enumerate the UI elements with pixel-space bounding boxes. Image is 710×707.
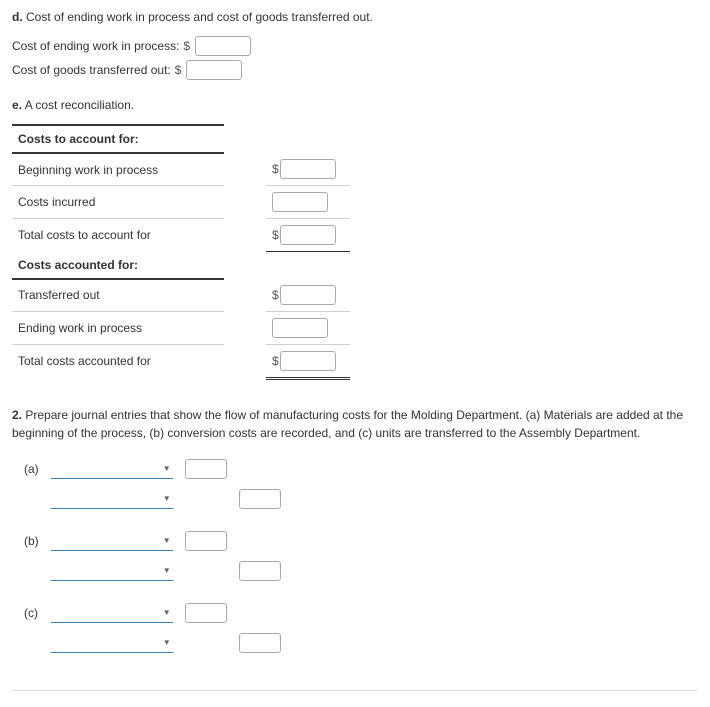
entry-c-credit-row: ▼ xyxy=(18,630,287,656)
cogs-transferred-row: Cost of goods transferred out: $ xyxy=(12,60,698,80)
section-e-title: A cost reconciliation. xyxy=(25,98,134,112)
beginning-wip-row: Beginning work in process $ xyxy=(12,153,350,186)
transferred-out-label: Transferred out xyxy=(12,279,224,312)
entry-b-debit-row: (b) ▼ xyxy=(18,528,287,554)
section-e-label: e. xyxy=(12,98,22,112)
transferred-out-row: Transferred out $ xyxy=(12,279,350,312)
journal-entries-table: (a) ▼ ▼ (b) ▼ ▼ xyxy=(18,452,287,660)
ending-wip-input[interactable] xyxy=(195,36,251,56)
entry-a-credit-row: ▼ xyxy=(18,486,287,512)
entry-a-label: (a) xyxy=(18,456,45,482)
currency-symbol: $ xyxy=(272,288,279,302)
entry-b-credit-account-select[interactable]: ▼ xyxy=(51,561,173,581)
chevron-down-icon: ▼ xyxy=(163,464,171,473)
ending-wip-row: Cost of ending work in process: $ xyxy=(12,36,698,56)
total-accounted-label: Total costs accounted for xyxy=(12,344,224,378)
entry-b-debit-account-select[interactable]: ▼ xyxy=(51,531,173,551)
total-to-account-row: Total costs to account for $ xyxy=(12,219,350,252)
ending-wip-acct-row: Ending work in process xyxy=(12,311,350,344)
beginning-wip-input[interactable] xyxy=(280,159,336,179)
costs-incurred-row: Costs incurred xyxy=(12,186,350,219)
ending-wip-label: Cost of ending work in process: xyxy=(12,39,179,53)
entry-c-credit-account-select[interactable]: ▼ xyxy=(51,633,173,653)
currency-symbol: $ xyxy=(272,354,279,368)
chevron-down-icon: ▼ xyxy=(163,566,171,575)
section-d-title: Cost of ending work in process and cost … xyxy=(26,10,373,24)
section-d-label: d. xyxy=(12,10,23,24)
ending-wip-acct-input[interactable] xyxy=(272,318,328,338)
costs-to-account-header: Costs to account for: xyxy=(12,125,224,153)
cogs-transferred-label: Cost of goods transferred out: xyxy=(12,63,171,77)
total-to-account-label: Total costs to account for xyxy=(12,219,224,252)
chevron-down-icon: ▼ xyxy=(163,536,171,545)
entry-b-debit-amount-input[interactable] xyxy=(185,531,227,551)
question-2-label: 2. xyxy=(12,408,22,422)
costs-incurred-label: Costs incurred xyxy=(12,186,224,219)
entry-c-debit-row: (c) ▼ xyxy=(18,600,287,626)
costs-accounted-header-row: Costs accounted for: xyxy=(12,252,350,279)
total-accounted-row: Total costs accounted for $ xyxy=(12,344,350,378)
entry-b-credit-row: ▼ xyxy=(18,558,287,584)
chevron-down-icon: ▼ xyxy=(163,608,171,617)
beginning-wip-label: Beginning work in process xyxy=(12,153,224,186)
entry-a-debit-row: (a) ▼ xyxy=(18,456,287,482)
entry-a-debit-account-select[interactable]: ▼ xyxy=(51,459,173,479)
question-2-text: 2. Prepare journal entries that show the… xyxy=(12,406,698,442)
entry-c-label: (c) xyxy=(18,600,45,626)
cogs-transferred-input[interactable] xyxy=(186,60,242,80)
footer-divider xyxy=(12,690,698,691)
costs-incurred-input[interactable] xyxy=(272,192,328,212)
reconciliation-table: Costs to account for: Beginning work in … xyxy=(12,124,350,380)
entry-a-debit-amount-input[interactable] xyxy=(185,459,227,479)
section-d-heading: d. Cost of ending work in process and co… xyxy=(12,10,698,24)
currency-symbol: $ xyxy=(175,63,182,77)
chevron-down-icon: ▼ xyxy=(163,638,171,647)
entry-b-label: (b) xyxy=(18,528,45,554)
chevron-down-icon: ▼ xyxy=(163,494,171,503)
ending-wip-acct-label: Ending work in process xyxy=(12,311,224,344)
section-e-heading: e. A cost reconciliation. xyxy=(12,98,698,112)
question-2-body: Prepare journal entries that show the fl… xyxy=(12,408,683,440)
entry-c-credit-amount-input[interactable] xyxy=(239,633,281,653)
currency-symbol: $ xyxy=(183,39,190,53)
total-to-account-input[interactable] xyxy=(280,225,336,245)
entry-a-credit-account-select[interactable]: ▼ xyxy=(51,489,173,509)
entry-a-credit-amount-input[interactable] xyxy=(239,489,281,509)
currency-symbol: $ xyxy=(272,162,279,176)
costs-accounted-header: Costs accounted for: xyxy=(12,252,224,279)
costs-to-account-header-row: Costs to account for: xyxy=(12,125,350,153)
transferred-out-input[interactable] xyxy=(280,285,336,305)
currency-symbol: $ xyxy=(272,228,279,242)
entry-b-credit-amount-input[interactable] xyxy=(239,561,281,581)
total-accounted-input[interactable] xyxy=(280,351,336,371)
